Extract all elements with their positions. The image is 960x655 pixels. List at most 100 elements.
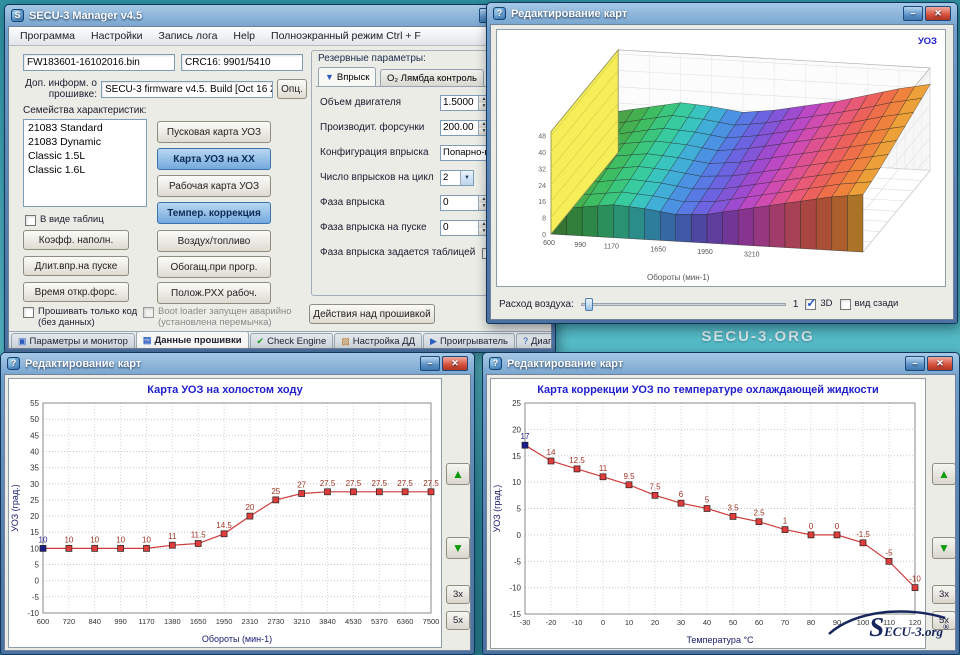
- data-point[interactable]: [92, 545, 98, 551]
- cranking-inj-time-button[interactable]: Длит.впр.на пуске: [23, 256, 129, 276]
- warmup-enrichment-button[interactable]: Обогащ.при прогр.: [157, 256, 271, 278]
- tab-injection[interactable]: ▼ Впрыск: [318, 67, 376, 86]
- work-map-3d-plot[interactable]: 0816243240486009901170165019503210Оборот…: [496, 29, 946, 287]
- fill-coeff-button[interactable]: Коэфф. наполн.: [23, 230, 129, 250]
- firmware-file-field[interactable]: FW183601-16102016.bin: [23, 54, 175, 71]
- chevron-down-icon[interactable]: ▼: [460, 171, 473, 185]
- minimize-button[interactable]: –: [903, 6, 923, 21]
- data-point[interactable]: [834, 532, 840, 538]
- data-point[interactable]: [118, 545, 124, 551]
- value-down-button[interactable]: ▼: [446, 537, 470, 559]
- options-button[interactable]: Опц.: [277, 79, 307, 99]
- work-map-button[interactable]: Рабочая карта УОЗ: [157, 175, 271, 197]
- checkbox-box[interactable]: [23, 307, 34, 318]
- airflow-slider[interactable]: [581, 297, 786, 311]
- tab-check-engine[interactable]: ✔ Check Engine: [250, 333, 334, 348]
- checkbox-box[interactable]: [143, 307, 154, 318]
- idle-advance-chart[interactable]: -10-505101520253035404550556007208409901…: [8, 378, 442, 648]
- checkbox-box[interactable]: ✓: [805, 299, 816, 310]
- data-point[interactable]: [652, 492, 658, 498]
- tab-firmware-data[interactable]: ▤ Данные прошивки: [136, 331, 249, 348]
- value-up-button[interactable]: ▲: [446, 463, 470, 485]
- minimize-button[interactable]: –: [905, 356, 925, 371]
- data-point[interactable]: [860, 540, 866, 546]
- data-point[interactable]: [350, 489, 356, 495]
- value-up-button[interactable]: ▲: [932, 463, 956, 485]
- idle-titlebar[interactable]: ? Редактирование карт – ✕: [4, 353, 471, 374]
- data-point[interactable]: [247, 513, 253, 519]
- data-point[interactable]: [299, 491, 305, 497]
- firmware-actions-button[interactable]: Действия над прошивкой: [309, 304, 435, 324]
- data-point[interactable]: [221, 531, 227, 537]
- menu-settings[interactable]: Настройки: [84, 29, 150, 43]
- back-view-checkbox[interactable]: вид сзади: [840, 298, 899, 310]
- zoom-3x-button[interactable]: 3x: [446, 585, 470, 604]
- data-point[interactable]: [428, 489, 434, 495]
- minimize-button[interactable]: –: [420, 356, 440, 371]
- checkbox-box[interactable]: [840, 299, 851, 310]
- list-item[interactable]: 21083 Dynamic: [25, 135, 145, 149]
- data-point[interactable]: [886, 558, 892, 564]
- checkbox-box[interactable]: [25, 215, 36, 226]
- start-map-button[interactable]: Пусковая карта УОЗ: [157, 121, 271, 143]
- close-button[interactable]: ✕: [925, 6, 951, 21]
- data-point[interactable]: [66, 545, 72, 551]
- data-point[interactable]: [402, 489, 408, 495]
- data-point[interactable]: [730, 513, 736, 519]
- flash-only-code-checkbox[interactable]: Прошивать только код (без данных): [23, 306, 139, 328]
- injection-phase-spinner[interactable]: 0 ▲▼: [440, 195, 490, 211]
- data-point[interactable]: [808, 532, 814, 538]
- data-point[interactable]: [678, 500, 684, 506]
- list-item[interactable]: Classic 1.5L: [25, 149, 145, 163]
- temp-correction-button[interactable]: Темпер. коррекция: [157, 202, 271, 224]
- data-point[interactable]: [273, 497, 279, 503]
- close-button[interactable]: ✕: [927, 356, 953, 371]
- zoom-3x-button[interactable]: 3x: [932, 585, 956, 604]
- engine-volume-spinner[interactable]: 1.5000 ▲▼: [440, 95, 490, 111]
- data-point[interactable]: [40, 545, 46, 551]
- data-point[interactable]: [574, 466, 580, 472]
- data-point[interactable]: [195, 541, 201, 547]
- tab-diagnostics[interactable]: ? Диагностика: [516, 333, 552, 348]
- air-fuel-button[interactable]: Воздух/топливо: [157, 230, 271, 252]
- value-down-button[interactable]: ▼: [932, 537, 956, 559]
- data-point[interactable]: [704, 506, 710, 512]
- data-point[interactable]: [376, 489, 382, 495]
- idle-map-button[interactable]: Карта УОЗ на ХХ: [157, 148, 271, 170]
- injector-open-time-button[interactable]: Время откр.форс.: [23, 282, 129, 302]
- cranking-phase-spinner[interactable]: 0 ▲▼: [440, 220, 490, 236]
- injector-flow-spinner[interactable]: 200.00 ▲▼: [440, 120, 490, 136]
- data-point[interactable]: [548, 458, 554, 464]
- as-tables-checkbox[interactable]: В виде таблиц: [25, 214, 104, 226]
- tab-player[interactable]: ▶ Проигрыватель: [423, 333, 515, 348]
- menu-help[interactable]: Help: [226, 29, 262, 43]
- iac-position-button[interactable]: Полож.РХХ рабоч.: [157, 282, 271, 304]
- tab-lambda-control[interactable]: O₂ Лямбда контроль: [380, 69, 484, 86]
- data-point[interactable]: [626, 482, 632, 488]
- view-3d-checkbox[interactable]: ✓ 3D: [805, 298, 832, 310]
- data-point[interactable]: [600, 474, 606, 480]
- data-point[interactable]: [912, 585, 918, 591]
- menu-log-record[interactable]: Запись лога: [152, 29, 225, 43]
- data-point[interactable]: [169, 542, 175, 548]
- squirts-per-cycle-select[interactable]: 2 ▼: [440, 170, 474, 186]
- data-point[interactable]: [325, 489, 331, 495]
- tab-params-monitor[interactable]: ▣ Параметры и монитор: [11, 333, 135, 348]
- list-item[interactable]: 21083 Standard: [25, 121, 145, 135]
- main-titlebar[interactable]: S SECU-3 Manager v4.5 – ▢ ✕: [8, 5, 552, 26]
- close-button[interactable]: ✕: [442, 356, 468, 371]
- data-point[interactable]: [144, 545, 150, 551]
- families-listbox[interactable]: 21083 Standard 21083 Dynamic Classic 1.5…: [23, 119, 147, 207]
- data-point[interactable]: [522, 442, 528, 448]
- bootloader-checkbox[interactable]: Boot loader запущен аварийно (установлен…: [143, 306, 301, 328]
- crc-field[interactable]: CRC16: 9901/5410: [181, 54, 303, 71]
- map3d-titlebar[interactable]: ? Редактирование карт – ✕: [490, 3, 954, 24]
- data-point[interactable]: [782, 527, 788, 533]
- temp-titlebar[interactable]: ? Редактирование карт – ✕: [486, 353, 956, 374]
- list-item[interactable]: Classic 1.6L: [25, 163, 145, 177]
- menu-fullscreen[interactable]: Полноэкранный режим Ctrl + F: [264, 29, 428, 43]
- data-point[interactable]: [756, 519, 762, 525]
- menu-program[interactable]: Программа: [13, 29, 82, 43]
- zoom-5x-button[interactable]: 5x: [446, 611, 470, 630]
- fw-info-field[interactable]: SECU-3 firmware v4.5. Build [Oct 16 20: [101, 81, 273, 98]
